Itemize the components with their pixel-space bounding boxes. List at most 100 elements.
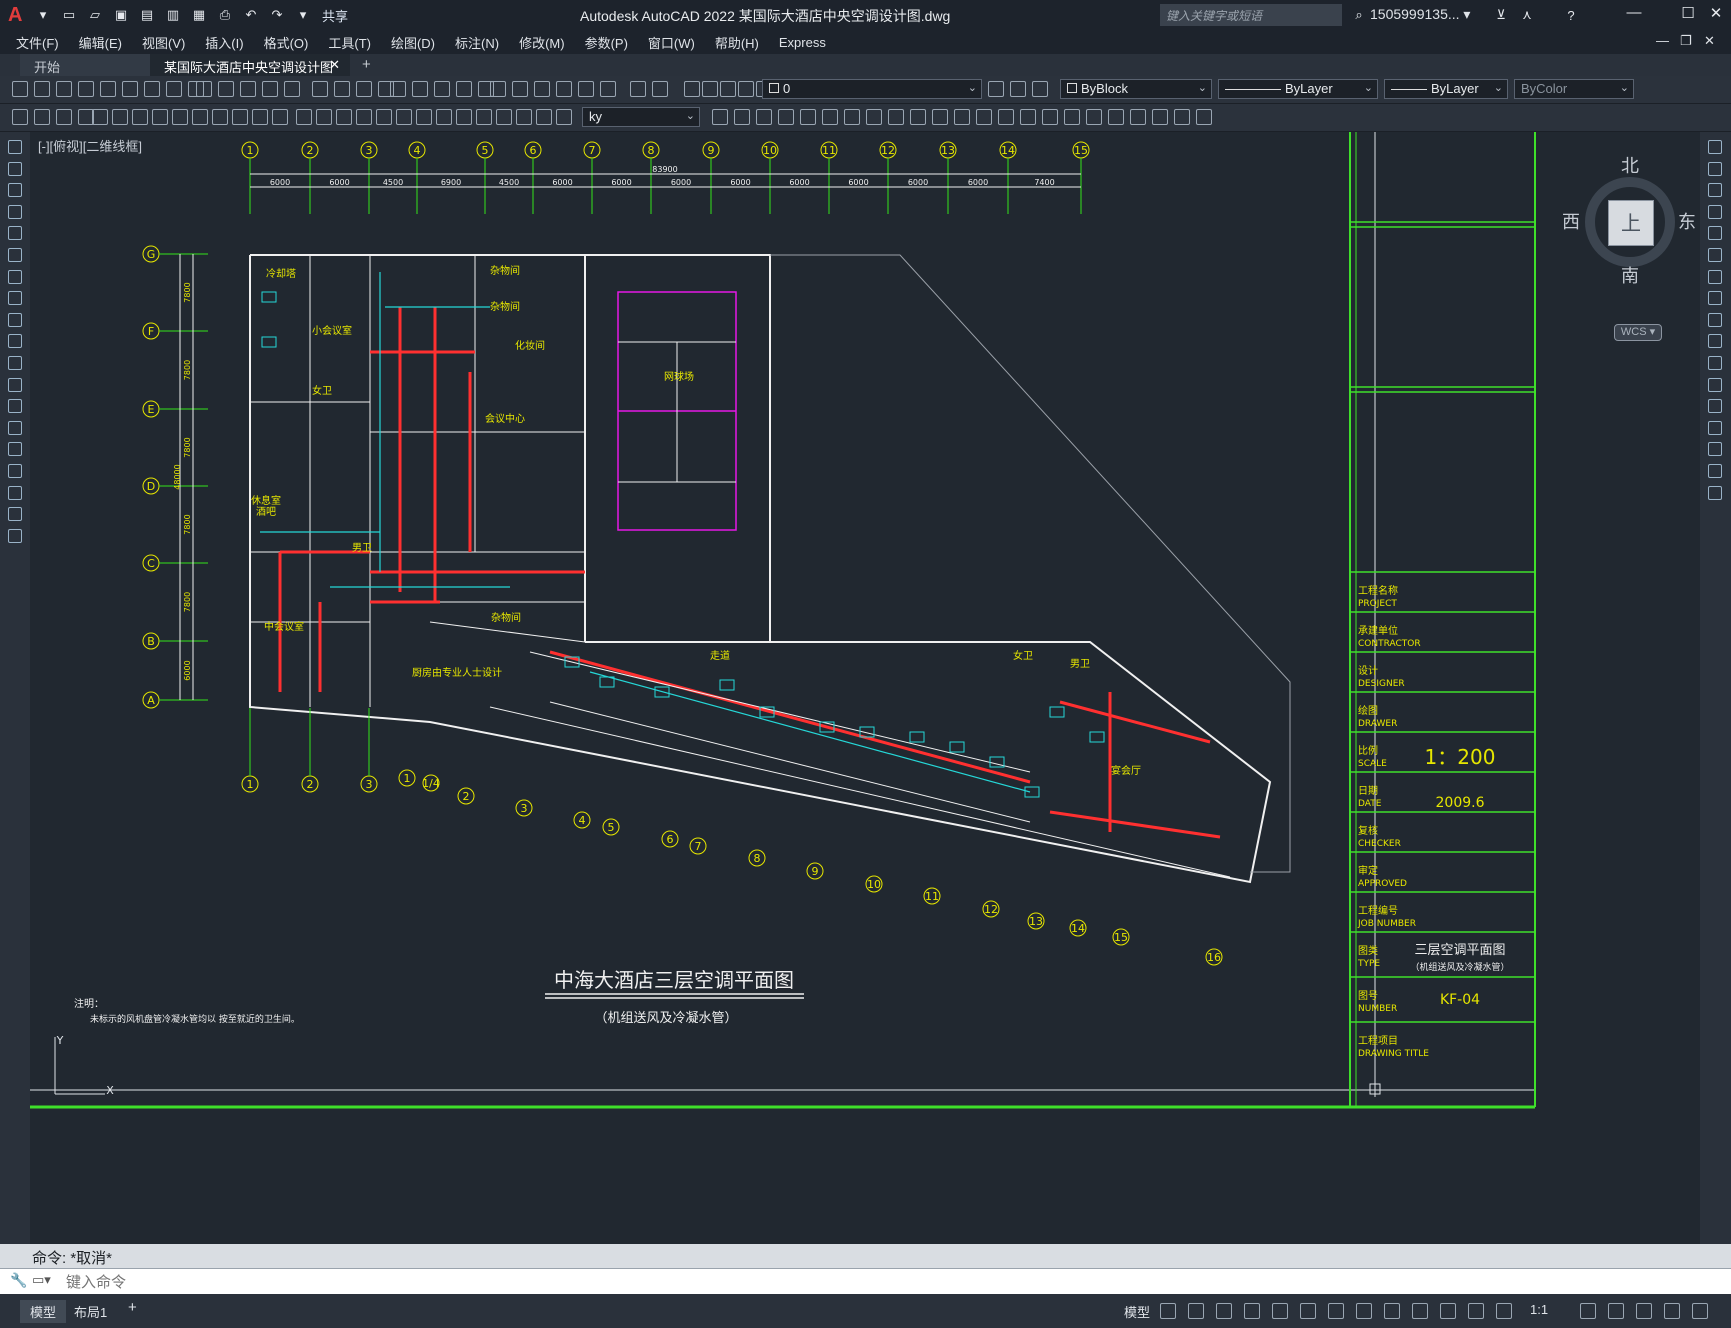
command-recent-icon[interactable]: ▭▾ (32, 1272, 51, 1288)
dimension-tool-icon[interactable] (712, 109, 728, 125)
menu-parametric[interactable]: 参数(P) (585, 33, 628, 52)
menu-draw[interactable]: 绘图(D) (391, 33, 435, 52)
dimension-tool-icon[interactable] (252, 109, 268, 125)
user-account[interactable]: 1505999135... ▾ (1370, 6, 1470, 23)
draw-tool-icon[interactable] (8, 485, 22, 500)
status-toggle-icon[interactable] (1384, 1303, 1400, 1319)
tab-model-layout[interactable]: 模型 (20, 1300, 67, 1323)
dimension-tool-icon[interactable] (296, 109, 312, 125)
wcs-menu-button[interactable]: WCS ▾ (1614, 324, 1662, 341)
cart-icon[interactable]: ⊻ (1490, 4, 1512, 26)
draw-tool-icon[interactable] (8, 312, 22, 327)
floor-plan-drawing[interactable]: 1 2 3 4 5 6 7 8 9 10 11 12 13 14 15839006000 6000 4500 69… (30, 132, 1700, 1244)
dimension-tool-icon[interactable] (734, 109, 750, 125)
menu-express[interactable]: Express (779, 35, 826, 50)
standard-tool-icon[interactable] (490, 81, 506, 97)
open-folder-icon[interactable]: ▱ (84, 4, 106, 26)
dimension-tool-icon[interactable] (756, 109, 772, 125)
dimension-tool-icon[interactable] (316, 109, 332, 125)
status-toggle-icon[interactable] (1216, 1303, 1232, 1319)
app-menu-arrow-icon[interactable]: ▾ (32, 4, 54, 26)
standard-tool-icon[interactable] (78, 81, 94, 97)
viewcube[interactable]: 上 北 南 东 西 WCS ▾ (1560, 152, 1700, 341)
standard-tool-icon[interactable] (720, 81, 736, 97)
autocad-logo[interactable]: A (8, 4, 30, 27)
modify-tool-icon[interactable] (1708, 226, 1722, 241)
dimension-tool-icon[interactable] (192, 109, 208, 125)
modify-tool-icon[interactable] (1708, 291, 1722, 306)
draw-tool-icon[interactable] (8, 507, 22, 522)
standard-tool-icon[interactable] (1032, 81, 1048, 97)
standard-tool-icon[interactable] (240, 81, 256, 97)
dimension-tool-icon[interactable] (976, 109, 992, 125)
modify-tool-icon[interactable] (1708, 356, 1722, 370)
draw-tool-icon[interactable] (8, 204, 22, 219)
standard-tool-icon[interactable] (34, 81, 50, 97)
standard-tool-icon[interactable] (390, 81, 406, 97)
draw-tool-icon[interactable] (8, 291, 22, 306)
autodesk-app-icon[interactable]: ⋏ (1516, 4, 1538, 26)
standard-tool-icon[interactable] (356, 81, 372, 97)
compass-north[interactable]: 北 (1621, 152, 1639, 178)
modify-tool-icon[interactable] (1708, 334, 1722, 349)
standard-tool-icon[interactable] (988, 81, 1004, 97)
modify-tool-icon[interactable] (1708, 464, 1722, 478)
menu-help[interactable]: 帮助(H) (715, 33, 759, 52)
status-toggle-icon[interactable] (1664, 1303, 1680, 1319)
annotation-scale[interactable]: 1:1 (1530, 1302, 1548, 1317)
status-toggle-icon[interactable] (1636, 1303, 1652, 1319)
maximize-icon[interactable]: ☐ (1676, 4, 1700, 26)
draw-tool-icon[interactable] (8, 528, 22, 543)
doc-restore-icon[interactable]: ❐ (1680, 33, 1692, 49)
status-toggle-icon[interactable] (1608, 1303, 1624, 1319)
status-toggle-icon[interactable] (1496, 1303, 1512, 1319)
dimension-tool-icon[interactable] (1130, 109, 1146, 125)
modify-tool-icon[interactable] (1708, 269, 1722, 284)
dimension-tool-icon[interactable] (778, 109, 794, 125)
dimension-tool-icon[interactable] (1042, 109, 1058, 125)
dimension-tool-icon[interactable] (822, 109, 838, 125)
standard-tool-icon[interactable] (12, 81, 28, 97)
draw-tool-icon[interactable] (8, 399, 22, 414)
standard-tool-icon[interactable] (1010, 81, 1026, 97)
dimension-tool-icon[interactable] (954, 109, 970, 125)
dimension-tool-icon[interactable] (910, 109, 926, 125)
dimension-tool-icon[interactable] (1064, 109, 1080, 125)
status-toggle-icon[interactable] (1300, 1303, 1316, 1319)
standard-tool-icon[interactable] (144, 81, 160, 97)
doc-close-icon[interactable]: ✕ (1704, 33, 1715, 49)
standard-tool-icon[interactable] (434, 81, 450, 97)
print-icon[interactable]: ⎙ (214, 4, 236, 26)
status-toggle-icon[interactable] (1692, 1303, 1708, 1319)
dimension-tool-icon[interactable] (132, 109, 148, 125)
draw-tool-icon[interactable] (8, 420, 22, 435)
menu-dimension[interactable]: 标注(N) (455, 33, 499, 52)
standard-tool-icon[interactable] (196, 81, 212, 97)
status-toggle-icon[interactable] (1160, 1303, 1176, 1319)
standard-tool-icon[interactable] (534, 81, 550, 97)
menu-tools[interactable]: 工具(T) (328, 33, 371, 52)
dimension-tool-icon[interactable] (92, 109, 108, 125)
close-icon[interactable]: ✕ (1704, 4, 1728, 26)
modify-tool-icon[interactable] (1708, 312, 1722, 327)
modify-tool-icon[interactable] (1708, 399, 1722, 414)
dimension-tool-icon[interactable] (396, 109, 412, 125)
standard-tool-icon[interactable] (630, 81, 646, 97)
model-space-toggle[interactable]: 模型 (1124, 1302, 1150, 1321)
draw-tool-icon[interactable] (8, 248, 22, 262)
dimension-tool-icon[interactable] (152, 109, 168, 125)
save-icon[interactable]: ▣ (110, 4, 132, 26)
dimension-tool-icon[interactable] (212, 109, 228, 125)
standard-tool-icon[interactable] (122, 81, 138, 97)
dimension-tool-icon[interactable] (1196, 109, 1212, 125)
dimension-tool-icon[interactable] (866, 109, 882, 125)
status-toggle-icon[interactable] (1412, 1303, 1428, 1319)
dimension-tool-icon[interactable] (34, 109, 50, 125)
status-toggle-icon[interactable] (1244, 1303, 1260, 1319)
status-toggle-icon[interactable] (1440, 1303, 1456, 1319)
menu-file[interactable]: 文件(F) (16, 33, 59, 52)
menu-modify[interactable]: 修改(M) (519, 33, 565, 52)
dimension-tool-icon[interactable] (888, 109, 904, 125)
draw-tool-icon[interactable] (8, 161, 22, 176)
modify-tool-icon[interactable] (1708, 442, 1722, 457)
